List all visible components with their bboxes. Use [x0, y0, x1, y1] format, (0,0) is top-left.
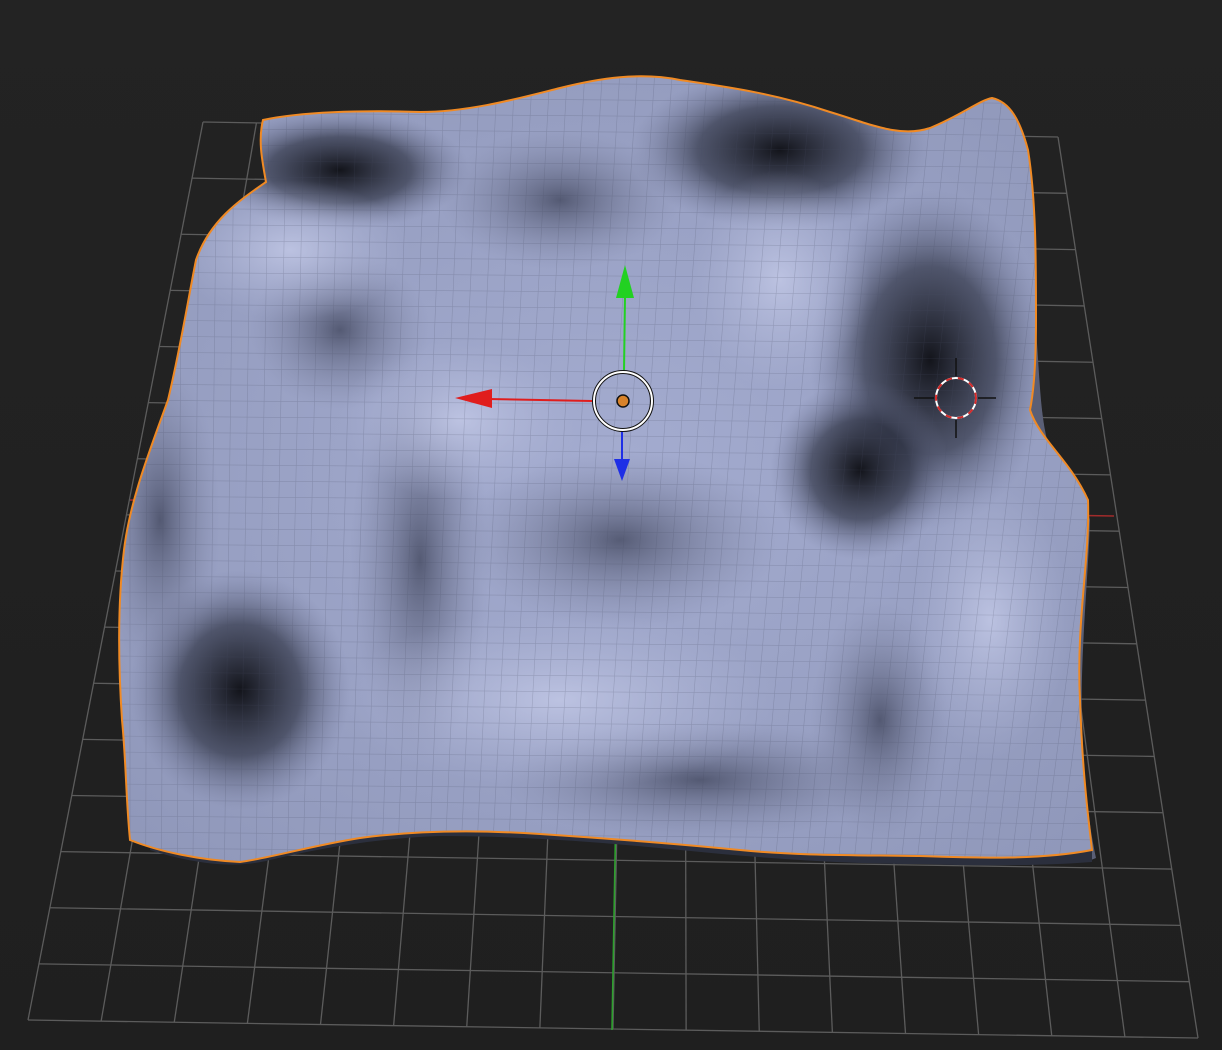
viewport-scene[interactable]	[0, 0, 1222, 1050]
object-origin-dot	[616, 394, 630, 408]
gizmo-y-axis[interactable]	[623, 295, 626, 373]
3d-viewport[interactable]	[0, 0, 1222, 1050]
displaced-plane-mesh[interactable]	[100, 60, 1163, 890]
